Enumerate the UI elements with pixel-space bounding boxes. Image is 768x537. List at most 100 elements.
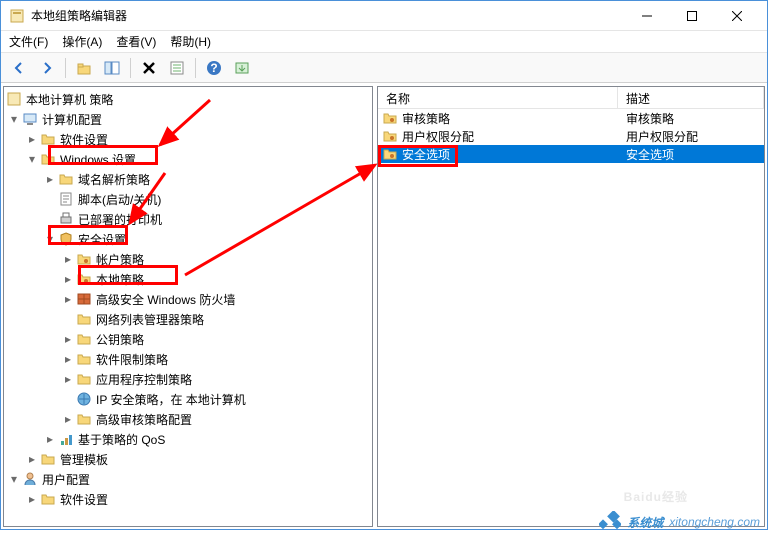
folder-icon — [40, 451, 56, 467]
tree-pane[interactable]: 本地计算机 策略 ▾ 计算机配置 ▸ 软件设置 — [3, 86, 373, 527]
toolbar: ? — [1, 53, 767, 83]
folder-icon — [40, 131, 56, 147]
tree-advanced-audit[interactable]: ▸ 高级审核策略配置 — [4, 409, 372, 429]
key-folder-icon — [382, 110, 398, 126]
tree-user-software-settings[interactable]: ▸ 软件设置 — [4, 489, 372, 509]
expand-icon[interactable]: ▾ — [24, 151, 40, 167]
list-body: 审核策略 审核策略 用户权限分配 用户权限分配 安全选项 安全选项 — [378, 109, 764, 526]
folder-icon — [76, 331, 92, 347]
list-row-user-rights[interactable]: 用户权限分配 用户权限分配 — [378, 127, 764, 145]
menu-help[interactable]: 帮助(H) — [170, 33, 211, 50]
expand-icon[interactable]: ▸ — [60, 271, 76, 287]
tree-admin-templates[interactable]: ▸ 管理模板 — [4, 449, 372, 469]
expand-icon[interactable]: ▸ — [24, 451, 40, 467]
menubar: 文件(F) 操作(A) 查看(V) 帮助(H) — [1, 31, 767, 53]
console-icon — [6, 91, 22, 107]
menu-view[interactable]: 查看(V) — [116, 33, 156, 50]
tree-root[interactable]: 本地计算机 策略 — [4, 89, 372, 109]
folder-icon — [40, 491, 56, 507]
tree-software-restriction[interactable]: ▸ 软件限制策略 — [4, 349, 372, 369]
expand-icon[interactable]: ▸ — [42, 431, 58, 447]
key-folder-icon — [76, 251, 92, 267]
tree-network-list[interactable]: 网络列表管理器策略 — [4, 309, 372, 329]
watermark-baidu: Baidu经验 — [624, 484, 688, 507]
gpedit-window: 本地组策略编辑器 文件(F) 操作(A) 查看(V) 帮助(H) ? — [0, 0, 768, 530]
tree-windows-settings[interactable]: ▾ Windows 设置 — [4, 149, 372, 169]
watermark-site: 系统城 xitongcheng.com — [599, 511, 760, 533]
tree-name-resolution[interactable]: ▸ 域名解析策略 — [4, 169, 372, 189]
key-folder-icon — [76, 271, 92, 287]
tree-computer-config[interactable]: ▾ 计算机配置 — [4, 109, 372, 129]
maximize-button[interactable] — [669, 2, 714, 30]
tree-printers[interactable]: 已部署的打印机 — [4, 209, 372, 229]
properties-button[interactable] — [165, 56, 189, 80]
folder-icon — [58, 171, 74, 187]
expand-icon[interactable]: ▸ — [24, 491, 40, 507]
shield-icon — [58, 231, 74, 247]
up-button[interactable] — [72, 56, 96, 80]
col-name[interactable]: 名称 — [378, 87, 618, 108]
folder-icon — [76, 351, 92, 367]
tree-ipsec[interactable]: IP 安全策略，在 本地计算机 — [4, 389, 372, 409]
folder-icon — [40, 151, 56, 167]
expand-icon[interactable]: ▾ — [42, 231, 58, 247]
tree-local-policies[interactable]: ▸ 本地策略 — [4, 269, 372, 289]
expand-icon[interactable]: ▸ — [60, 331, 76, 347]
list-row-security-options[interactable]: 安全选项 安全选项 — [378, 145, 764, 163]
titlebar: 本地组策略编辑器 — [1, 1, 767, 31]
folder-icon — [76, 371, 92, 387]
script-icon — [58, 191, 74, 207]
content-area: 本地计算机 策略 ▾ 计算机配置 ▸ 软件设置 — [1, 83, 767, 529]
forward-button[interactable] — [35, 56, 59, 80]
expand-icon[interactable]: ▾ — [6, 111, 22, 127]
delete-button[interactable] — [137, 56, 161, 80]
menu-file[interactable]: 文件(F) — [9, 33, 48, 50]
user-icon — [22, 471, 38, 487]
toolbar-separator — [65, 58, 66, 78]
tree-security-settings[interactable]: ▾ 安全设置 — [4, 229, 372, 249]
computer-icon — [22, 111, 38, 127]
tree-account-policies[interactable]: ▸ 帐户策略 — [4, 249, 372, 269]
col-desc[interactable]: 描述 — [618, 87, 764, 108]
menu-action[interactable]: 操作(A) — [62, 33, 102, 50]
expand-icon[interactable]: ▸ — [24, 131, 40, 147]
toolbar-separator — [130, 58, 131, 78]
tree-firewall[interactable]: ▸ 高级安全 Windows 防火墙 — [4, 289, 372, 309]
folder-icon — [76, 411, 92, 427]
expand-icon[interactable]: ▸ — [60, 291, 76, 307]
printer-icon — [58, 211, 74, 227]
tree-scripts[interactable]: 脚本(启动/关机) — [4, 189, 372, 209]
policy-tree: 本地计算机 策略 ▾ 计算机配置 ▸ 软件设置 — [4, 87, 372, 511]
expand-icon[interactable]: ▸ — [42, 171, 58, 187]
back-button[interactable] — [7, 56, 31, 80]
key-folder-icon — [382, 128, 398, 144]
expand-icon[interactable]: ▸ — [60, 351, 76, 367]
expand-icon[interactable]: ▸ — [60, 251, 76, 267]
help-button[interactable]: ? — [202, 56, 226, 80]
expand-icon[interactable]: ▸ — [60, 411, 76, 427]
tree-software-settings[interactable]: ▸ 软件设置 — [4, 129, 372, 149]
close-button[interactable] — [714, 2, 759, 30]
window-title: 本地组策略编辑器 — [31, 7, 624, 24]
export-button[interactable] — [230, 56, 254, 80]
expand-icon[interactable]: ▸ — [60, 371, 76, 387]
tree-qos[interactable]: ▸ 基于策略的 QoS — [4, 429, 372, 449]
show-hide-tree-button[interactable] — [100, 56, 124, 80]
ipsec-icon — [76, 391, 92, 407]
tree-app-control[interactable]: ▸ 应用程序控制策略 — [4, 369, 372, 389]
firewall-icon — [76, 291, 92, 307]
expand-icon[interactable]: ▾ — [6, 471, 22, 487]
folder-icon — [76, 311, 92, 327]
list-row-audit[interactable]: 审核策略 审核策略 — [378, 109, 764, 127]
window-buttons — [624, 2, 759, 30]
key-folder-icon — [382, 146, 398, 162]
qos-icon — [58, 431, 74, 447]
list-pane[interactable]: 名称 描述 审核策略 审核策略 用户权限分配 用户权限分配 安全选项 安全选项 — [377, 86, 765, 527]
svg-text:?: ? — [210, 61, 217, 75]
tree-public-key[interactable]: ▸ 公钥策略 — [4, 329, 372, 349]
app-icon — [9, 8, 25, 24]
list-header: 名称 描述 — [378, 87, 764, 109]
tree-user-config[interactable]: ▾ 用户配置 — [4, 469, 372, 489]
toolbar-separator — [195, 58, 196, 78]
minimize-button[interactable] — [624, 2, 669, 30]
